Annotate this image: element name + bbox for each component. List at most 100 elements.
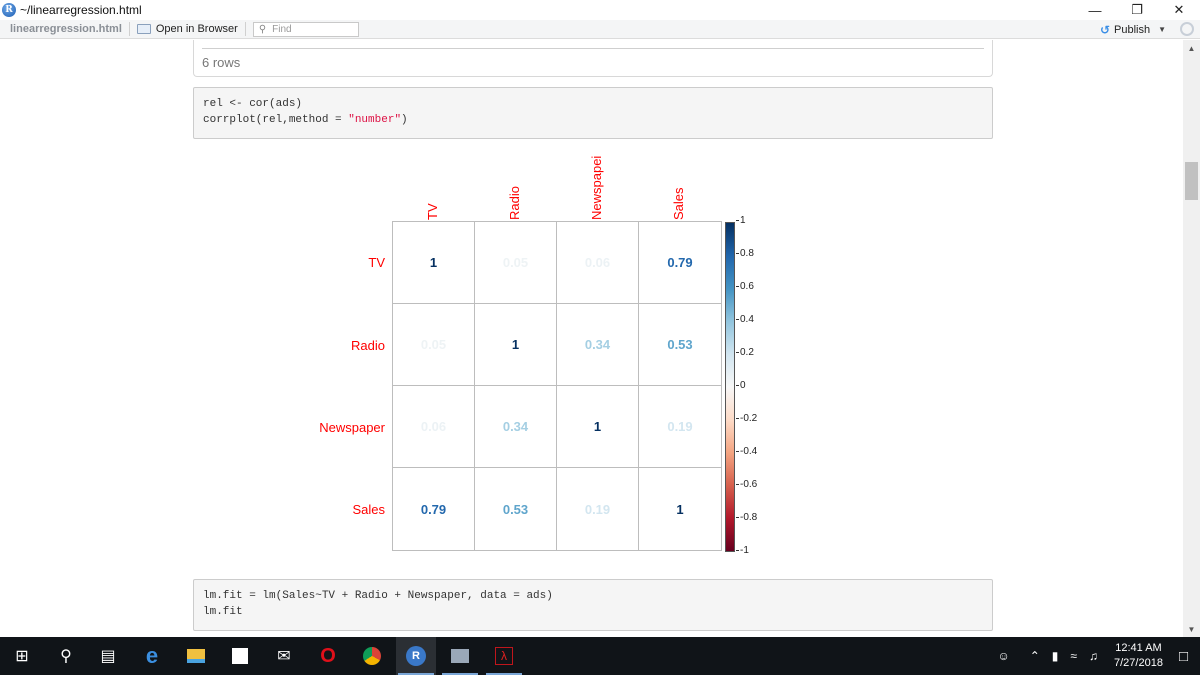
table-divider [202,48,984,49]
acrobat-icon[interactable]: λ [484,637,524,675]
code-text: ) [401,114,408,126]
corr-value: 0.53 [667,337,693,352]
corr-value: 0.53 [502,501,529,517]
corr-cell-sales-newspaper: 0.19 [557,468,639,550]
corr-value: 0.34 [584,337,611,352]
correlation-plot: TV Radio Newspapei Sales TV Radio Newspa… [290,140,810,560]
corr-cell-newspaper-sales: 0.19 [639,386,721,468]
find-input[interactable]: ⚲ Find [252,21,359,37]
colorbar-tick-label: -0.8 [736,512,757,523]
corr-cell-radio-tv: 0.05 [393,304,475,386]
colorbar-tick-label: -0.4 [736,446,757,457]
row-label-sales: Sales [352,502,385,517]
publish-icon: ↺ [1099,22,1110,37]
windows-taskbar: ⊞ ⚲ ▤ e ✉ O R λ ☺ ⌃ ▮ ≈ ♫ 12:41 AM 7/27/… [0,637,1200,675]
network-monitor-icon[interactable] [440,637,480,675]
corr-value: 0.19 [584,501,611,517]
window-title-bar: R ~/linearregression.html — ❐ ✕ [0,0,1200,20]
wifi-icon[interactable]: ≈ [1070,649,1077,663]
corr-value: 1 [593,419,602,434]
colorbar-tick-label: -0.6 [736,479,757,490]
window-title: ~/linearregression.html [20,3,142,17]
correlation-matrix: 1 0.05 0.06 0.79 0.05 1 0.34 0.53 0.06 0.34 1 0.19 0… [392,221,722,551]
corr-value: 0.06 [420,419,447,434]
battery-icon[interactable]: ▮ [1052,649,1059,663]
windows-start-icon[interactable]: ⊞ [2,637,42,675]
code-text: corrplot(rel,method = [203,114,349,126]
corr-value: 1 [676,501,684,517]
task-view-icon[interactable]: ▤ [88,637,128,675]
clock-date: 7/27/2018 [1114,657,1163,669]
col-label-sales: Sales [671,187,686,220]
scroll-down-icon[interactable]: ▼ [1183,623,1200,635]
corr-cell-radio-radio: 1 [475,304,557,386]
colorbar-tick-label: 0.4 [736,314,754,325]
scroll-up-icon[interactable]: ▲ [1183,42,1200,54]
taskbar-clock[interactable]: 12:41 AM 7/27/2018 [1114,641,1163,671]
people-icon[interactable]: ☺ [997,649,1009,663]
code-line: lm.fit [203,606,243,618]
action-center-icon[interactable]: □ [1179,648,1188,665]
chevron-down-icon[interactable]: ▼ [1158,25,1166,34]
chrome-icon[interactable] [352,637,392,675]
browser-window-icon [136,24,151,34]
viewer-toolbar: linearregression.html Open in Browser ⚲ … [0,20,1200,39]
clock-time: 12:41 AM [1115,642,1162,654]
corr-value: 1 [429,255,438,270]
toolbar-divider [128,22,130,36]
scrollbar-thumb[interactable] [1185,162,1198,200]
search-icon: ⚲ [258,23,267,35]
close-button[interactable]: ✕ [1158,0,1200,20]
rstudio-icon[interactable]: R [396,637,436,675]
file-explorer-icon[interactable] [176,637,216,675]
corr-value: 0.79 [667,255,693,270]
corr-cell-tv-newspaper: 0.06 [557,222,639,304]
corr-cell-newspaper-tv: 0.06 [393,386,475,468]
corr-value: 0.19 [667,419,693,434]
code-line: lm.fit = lm(Sales~TV + Radio + Newspaper… [203,590,553,602]
colorbar-tick-label: 1 [736,215,746,226]
code-block-lm: lm.fit = lm(Sales~TV + Radio + Newspaper… [193,579,993,631]
corr-value: 0.05 [502,255,529,270]
mail-icon[interactable]: ✉ [264,637,304,675]
corr-cell-tv-radio: 0.05 [475,222,557,304]
colorbar-tick-label: -0.2 [736,413,757,424]
colorbar-tick-label: -1 [736,545,749,556]
opera-icon[interactable]: O [308,637,348,675]
corr-value: 0.34 [502,419,529,434]
corr-value: 0.79 [420,501,447,517]
open-in-browser-label: Open in Browser [155,23,238,35]
corr-cell-sales-tv: 0.79 [393,468,475,550]
corr-cell-newspaper-newspaper: 1 [557,386,639,468]
colorbar-tick-label: 0 [736,380,746,391]
filename-label: linearregression.html [10,23,122,35]
code-string: "number" [348,114,402,126]
open-in-browser-button[interactable]: Open in Browser [136,23,238,35]
show-hidden-icons-chevron-icon[interactable]: ⌃ [1030,649,1040,663]
corr-value: 0.05 [420,337,447,352]
system-tray: ☺ ⌃ ▮ ≈ ♫ 12:41 AM 7/27/2018 □ [991,637,1200,675]
table-row-count: 6 rows [202,55,241,70]
corr-value: 0.06 [584,255,611,270]
code-line: rel <- cor(ads) [203,98,303,110]
col-label-radio: Radio [507,186,522,220]
corr-cell-radio-newspaper: 0.34 [557,304,639,386]
search-icon[interactable]: ⚲ [46,637,86,675]
code-block-corrplot: rel <- cor(ads) corrplot(rel,method = "n… [193,87,993,139]
code-line: corrplot(rel,method = "number") [203,112,983,128]
vertical-scrollbar[interactable]: ▲ ▼ [1183,40,1200,637]
minimize-button[interactable]: — [1074,0,1116,20]
html-viewer-content: 6 rows rel <- cor(ads) corrplot(rel,meth… [0,40,1183,637]
row-label-radio: Radio [351,338,385,353]
publish-button[interactable]: ↺ Publish ▼ [1100,20,1166,39]
colorbar-tick-label: 0.8 [736,248,754,259]
restore-button[interactable]: ❐ [1116,0,1158,20]
corr-cell-sales-radio: 0.53 [475,468,557,550]
edge-icon[interactable]: e [132,637,172,675]
store-icon[interactable] [220,637,260,675]
corr-cell-radio-sales: 0.53 [639,304,721,386]
refresh-icon[interactable] [1180,22,1194,36]
volume-icon[interactable]: ♫ [1089,649,1098,663]
publish-label: Publish [1114,23,1151,36]
corr-cell-tv-sales: 0.79 [639,222,721,304]
